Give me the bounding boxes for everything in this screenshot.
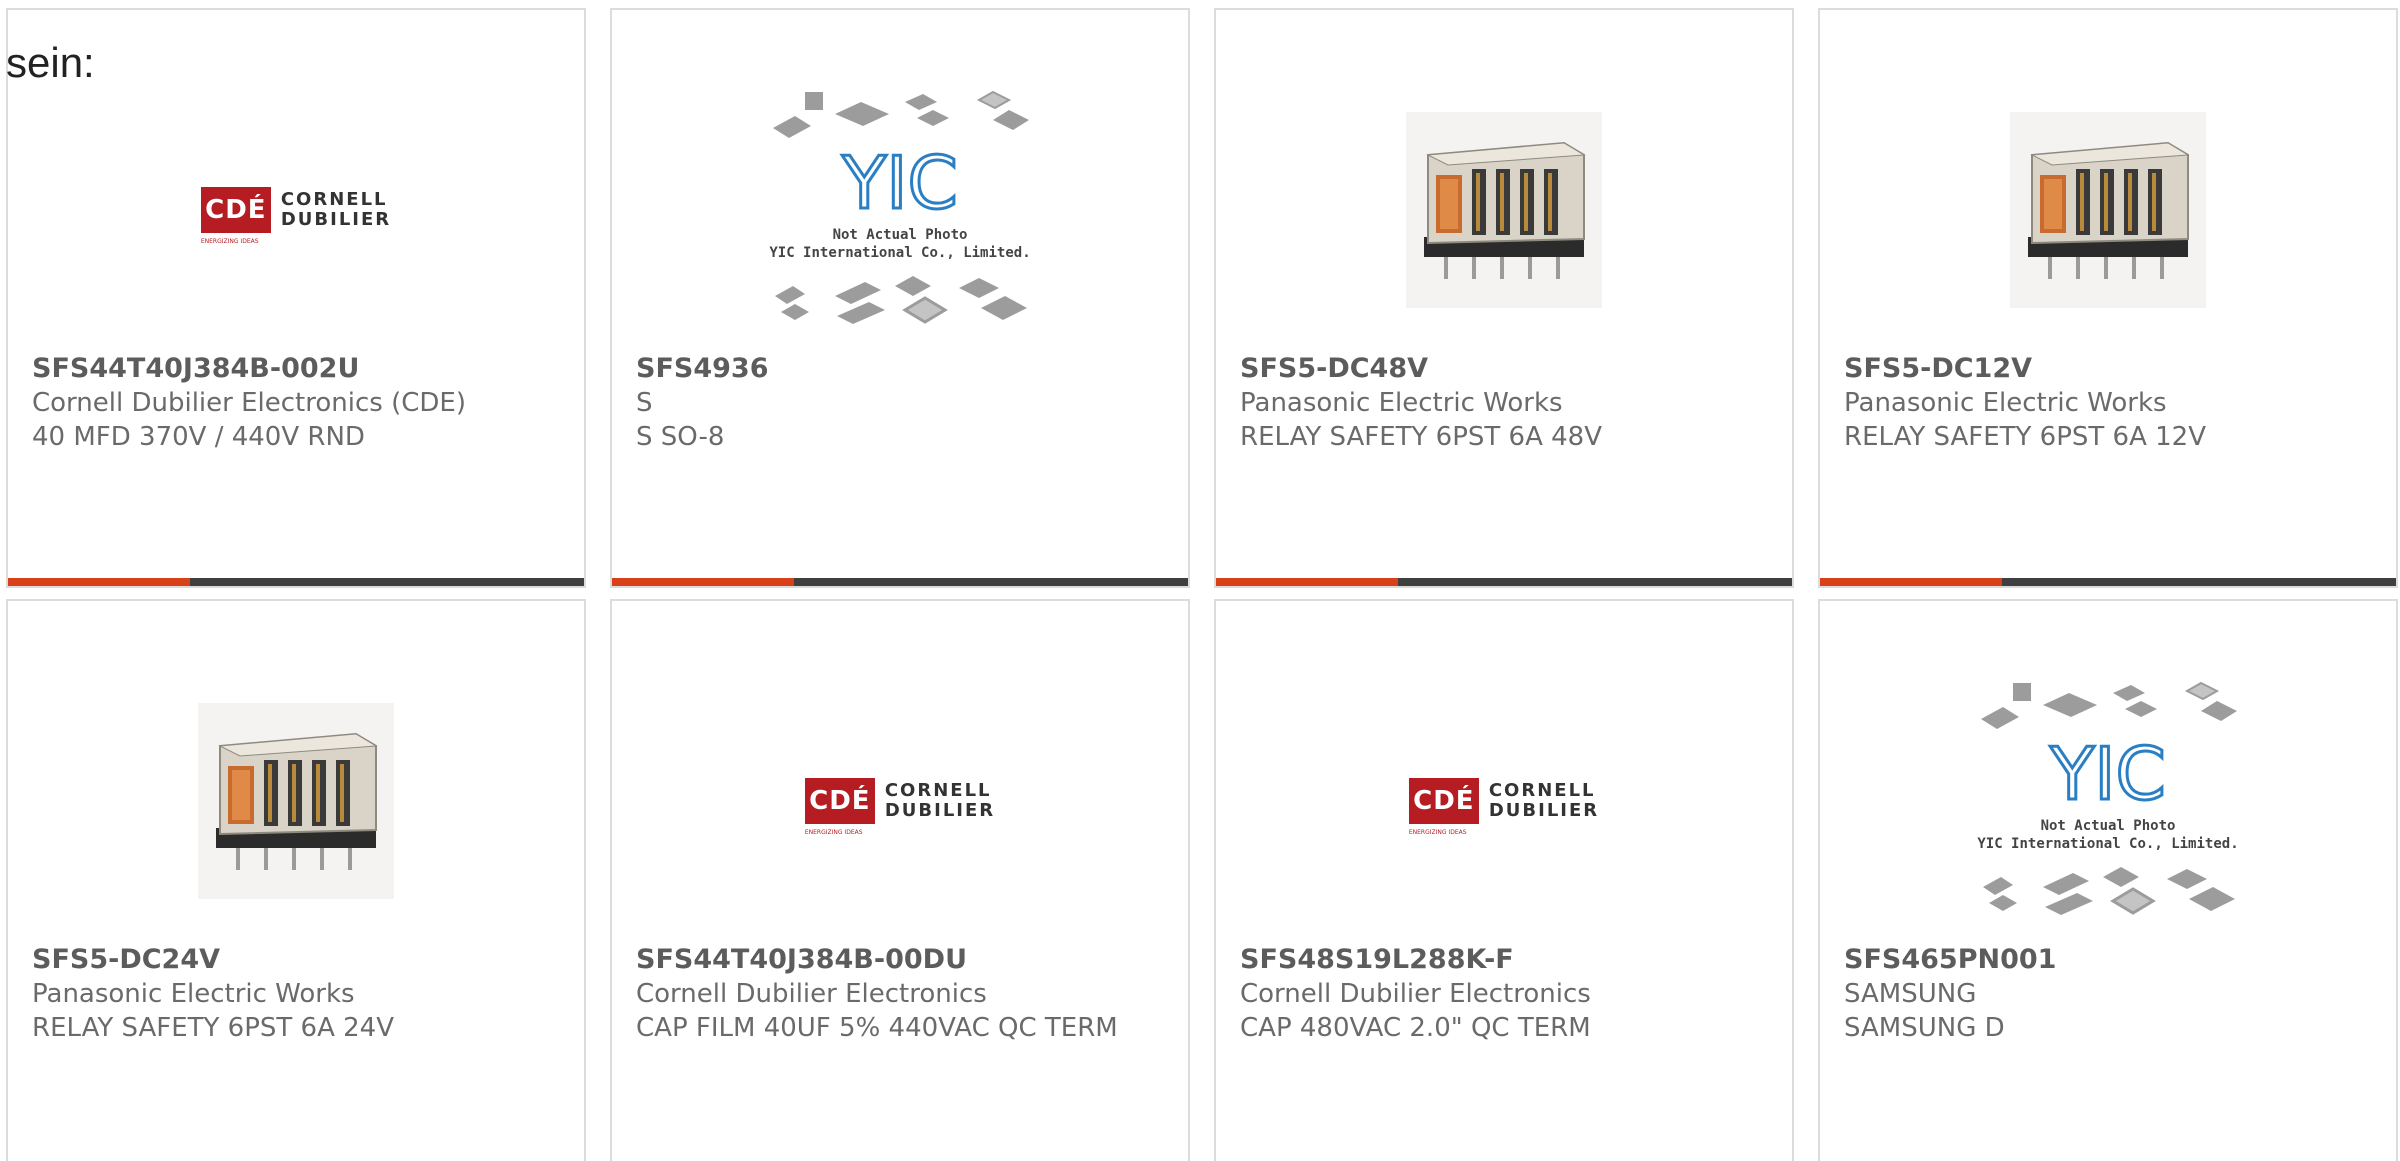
cde-logo-letters: CDÉ <box>1413 786 1475 816</box>
product-part-number[interactable]: SFS44T40J384B-002U <box>32 352 560 386</box>
product-part-number[interactable]: SFS44T40J384B-00DU <box>636 943 1164 977</box>
placeholder-caption-line2: YIC International Co., Limited. <box>1977 836 2239 852</box>
intro-text: sein: <box>6 39 95 86</box>
cde-logo-wordmark: CORNELL DUBILIER <box>885 781 995 821</box>
relay-illustration <box>1424 141 1586 279</box>
product-description: 40 MFD 370V / 440V RND <box>32 422 365 452</box>
product-manufacturer: S <box>636 388 653 418</box>
placeholder-photo: YIC Not Actual Photo YIC International Co.… <box>1973 681 2243 921</box>
placeholder-caption: Not Actual Photo YIC International Co., L… <box>1973 817 2243 853</box>
product-image[interactable] <box>8 661 584 941</box>
relay-illustration <box>2028 141 2190 279</box>
product-description: RELAY SAFETY 6PST 6A 24V <box>32 1013 395 1043</box>
cde-logo-mark: CDÉ ENERGIZING IDEAS <box>1408 778 1479 836</box>
chip-placeholder-illustration: YIC <box>1981 681 2237 915</box>
product-description: CAP FILM 40UF 5% 440VAC QC TERM <box>636 1013 1118 1043</box>
product-card[interactable]: CDÉ ENERGIZING IDEAS CORNELL DUBILIER SFS44T… <box>6 8 586 588</box>
product-image[interactable]: CDÉ ENERGIZING IDEAS CORNELL DUBILIER <box>612 661 1188 941</box>
product-grid: CDÉ ENERGIZING IDEAS CORNELL DUBILIER SFS44T… <box>0 0 2400 1161</box>
placeholder-caption-line1: Not Actual Photo <box>2040 818 2176 834</box>
product-image[interactable]: CDÉ ENERGIZING IDEAS CORNELL DUBILIER <box>1216 661 1792 941</box>
relay-photo <box>1406 112 1602 308</box>
cde-logo-mark: CDÉ ENERGIZING IDEAS <box>804 778 875 836</box>
cde-logo-mark: CDÉ ENERGIZING IDEAS <box>200 187 271 245</box>
cde-logo-line1: CORNELL <box>884 780 992 801</box>
product-card[interactable]: SFS5-DC12V Panasonic Electric Works RELAY … <box>1818 8 2398 588</box>
product-info: SFS4936 S S SO-8 <box>636 352 1164 454</box>
cornell-dubilier-logo: CDÉ ENERGIZING IDEAS CORNELL DUBILIER <box>1408 778 1599 836</box>
card-accent-stripe <box>1820 578 2002 586</box>
yic-logo-text: YIC <box>841 141 958 225</box>
card-bottom-bar <box>8 578 584 586</box>
cde-logo-line1: CORNELL <box>1488 780 1596 801</box>
cornell-dubilier-logo: CDÉ ENERGIZING IDEAS CORNELL DUBILIER <box>200 187 391 245</box>
cde-logo-tagline: ENERGIZING IDEAS <box>1408 829 1467 836</box>
cde-logo-line2: DUBILIER <box>884 800 996 821</box>
yic-logo-text: YIC <box>2049 732 2166 816</box>
card-accent-stripe <box>1216 578 1398 586</box>
cornell-dubilier-logo: CDÉ ENERGIZING IDEAS CORNELL DUBILIER <box>804 778 995 836</box>
product-description: CAP 480VAC 2.0" QC TERM <box>1240 1013 1591 1043</box>
card-bottom-bar <box>1820 578 2396 586</box>
product-image[interactable] <box>1216 70 1792 350</box>
product-info: SFS44T40J384B-002U Cornell Dubilier Elect… <box>32 352 560 454</box>
card-bottom-bar <box>612 578 1188 586</box>
card-bottom-bar <box>1216 578 1792 586</box>
product-info: SFS44T40J384B-00DU Cornell Dubilier Elect… <box>636 943 1164 1045</box>
product-info: SFS48S19L288K-F Cornell Dubilier Electron… <box>1240 943 1768 1045</box>
product-image[interactable] <box>1820 70 2396 350</box>
product-manufacturer: Cornell Dubilier Electronics <box>636 979 987 1009</box>
product-card[interactable]: SFS5-DC48V Panasonic Electric Works RELAY … <box>1214 8 1794 588</box>
product-card[interactable]: YIC Not Actual Photo YIC International Co.… <box>610 8 1190 588</box>
cde-logo-line2: DUBILIER <box>280 209 392 230</box>
product-image[interactable]: CDÉ ENERGIZING IDEAS CORNELL DUBILIER <box>8 70 584 350</box>
product-description: RELAY SAFETY 6PST 6A 12V <box>1844 422 2207 452</box>
cde-logo-line2: DUBILIER <box>1488 800 1600 821</box>
product-description: SAMSUNG D <box>1844 1013 2005 1043</box>
product-description: S SO-8 <box>636 422 725 452</box>
cde-logo-letters: CDÉ <box>205 195 267 225</box>
product-part-number[interactable]: SFS5-DC12V <box>1844 352 2372 386</box>
placeholder-photo: YIC Not Actual Photo YIC International Co.… <box>765 90 1035 330</box>
product-manufacturer: Cornell Dubilier Electronics <box>1240 979 1591 1009</box>
product-info: SFS465PN001 SAMSUNG SAMSUNG D <box>1844 943 2372 1045</box>
product-description: RELAY SAFETY 6PST 6A 48V <box>1240 422 1603 452</box>
product-grid-page: sein: CDÉ ENERGIZING IDEAS CORNELL DUBILIER… <box>0 0 2400 1161</box>
relay-photo <box>198 703 394 899</box>
chip-placeholder-illustration: YIC <box>773 90 1029 324</box>
product-info: SFS5-DC12V Panasonic Electric Works RELAY … <box>1844 352 2372 454</box>
product-part-number[interactable]: SFS48S19L288K-F <box>1240 943 1768 977</box>
product-part-number[interactable]: SFS5-DC24V <box>32 943 560 977</box>
product-image[interactable]: YIC Not Actual Photo YIC International Co.… <box>1820 661 2396 941</box>
product-manufacturer: Cornell Dubilier Electronics (CDE) <box>32 388 466 418</box>
product-part-number[interactable]: SFS465PN001 <box>1844 943 2372 977</box>
relay-illustration <box>216 732 378 870</box>
product-part-number[interactable]: SFS4936 <box>636 352 1164 386</box>
cde-logo-letters: CDÉ <box>809 786 871 816</box>
product-info: SFS5-DC24V Panasonic Electric Works RELAY … <box>32 943 560 1045</box>
placeholder-caption: Not Actual Photo YIC International Co., L… <box>765 226 1035 262</box>
product-manufacturer: Panasonic Electric Works <box>1240 388 1563 418</box>
product-manufacturer: Panasonic Electric Works <box>1844 388 2167 418</box>
product-manufacturer: SAMSUNG <box>1844 979 1977 1009</box>
card-accent-stripe <box>8 578 190 586</box>
product-card[interactable]: CDÉ ENERGIZING IDEAS CORNELL DUBILIER SFS44T… <box>610 599 1190 1161</box>
product-card[interactable]: YIC Not Actual Photo YIC International Co.… <box>1818 599 2398 1161</box>
cde-logo-wordmark: CORNELL DUBILIER <box>281 190 391 230</box>
placeholder-caption-line2: YIC International Co., Limited. <box>769 245 1031 261</box>
product-part-number[interactable]: SFS5-DC48V <box>1240 352 1768 386</box>
relay-photo <box>2010 112 2206 308</box>
product-card[interactable]: CDÉ ENERGIZING IDEAS CORNELL DUBILIER SFS48S… <box>1214 599 1794 1161</box>
cde-logo-line1: CORNELL <box>280 189 388 210</box>
cde-logo-tagline: ENERGIZING IDEAS <box>804 829 863 836</box>
card-accent-stripe <box>612 578 794 586</box>
product-image[interactable]: YIC Not Actual Photo YIC International Co.… <box>612 70 1188 350</box>
product-card[interactable]: SFS5-DC24V Panasonic Electric Works RELAY … <box>6 599 586 1161</box>
cde-logo-tagline: ENERGIZING IDEAS <box>200 238 259 245</box>
placeholder-caption-line1: Not Actual Photo <box>832 227 968 243</box>
product-info: SFS5-DC48V Panasonic Electric Works RELAY … <box>1240 352 1768 454</box>
cde-logo-wordmark: CORNELL DUBILIER <box>1489 781 1599 821</box>
product-manufacturer: Panasonic Electric Works <box>32 979 355 1009</box>
